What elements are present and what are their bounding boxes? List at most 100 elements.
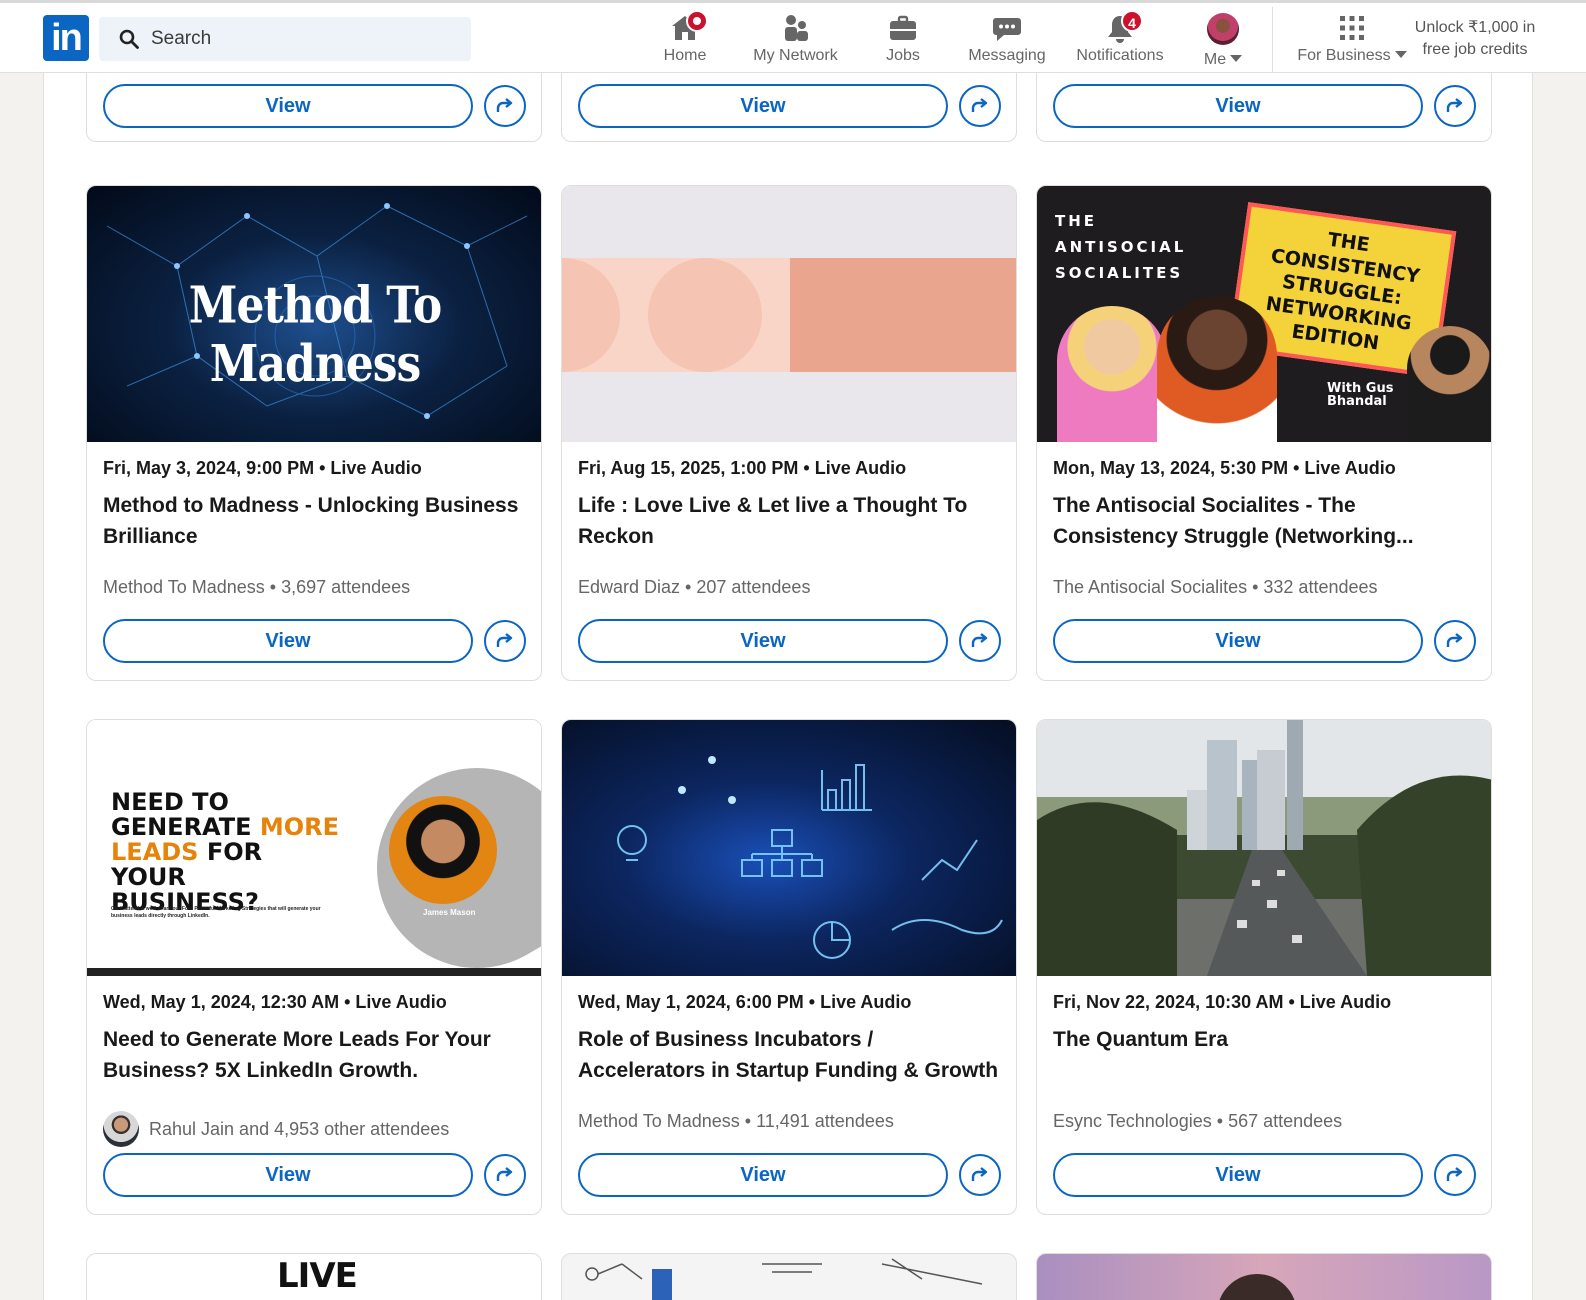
briefcase-icon	[888, 13, 918, 43]
linkedin-logo[interactable]: in	[43, 15, 89, 61]
unlock-job-credits-link[interactable]: Unlock ₹1,000 in free job credits	[1400, 17, 1550, 61]
top-navigation-bar: in Home My Network Jobs Messaging 4	[0, 0, 1586, 73]
event-card-partial[interactable]: LIVE	[86, 1253, 542, 1300]
event-card[interactable]: James Mason NEED TO GENERATE MORE LEADS …	[86, 719, 542, 1215]
share-button[interactable]	[484, 620, 526, 662]
event-organizer-attendees: Rahul Jain and 4,953 other attendees	[103, 1111, 449, 1147]
nav-notifications-label: Notifications	[1076, 47, 1164, 64]
event-date-type: Fri, Nov 22, 2024, 10:30 AM • Live Audio	[1053, 992, 1392, 1012]
view-button[interactable]: View	[103, 619, 473, 663]
unlock-line-1: Unlock ₹1,000 in	[1414, 19, 1536, 36]
attendee-avatar	[103, 1111, 139, 1147]
event-title[interactable]: Need to Generate More Leads For Your Bus…	[103, 1024, 527, 1086]
event-organizer-attendees: Method To Madness • 11,491 attendees	[578, 1111, 894, 1131]
network-icon	[781, 13, 811, 43]
banner-person-photo	[1217, 1274, 1297, 1300]
event-date-type: Wed, May 1, 2024, 6:00 PM • Live Audio	[578, 992, 912, 1012]
share-button[interactable]	[1434, 620, 1476, 662]
share-button[interactable]	[959, 1154, 1001, 1196]
nav-me[interactable]: Me	[1197, 9, 1249, 71]
event-title[interactable]: Role of Business Incubators / Accelerato…	[578, 1024, 1002, 1086]
event-date-type: Mon, May 13, 2024, 5:30 PM • Live Audio	[1053, 458, 1396, 478]
search-icon	[119, 29, 139, 49]
share-icon	[1446, 1167, 1463, 1181]
view-button[interactable]: View	[1053, 619, 1423, 663]
event-card[interactable]: Wed, May 1, 2024, 6:00 PM • Live Audio R…	[561, 719, 1017, 1215]
nav-my-network[interactable]: My Network	[748, 9, 843, 71]
search-input[interactable]	[151, 17, 451, 61]
event-title[interactable]: Life : Love Live & Let live a Thought To…	[578, 490, 1002, 552]
chevron-down-icon	[1230, 55, 1243, 62]
share-icon	[971, 633, 988, 647]
event-organizer-attendees: Esync Technologies • 567 attendees	[1053, 1111, 1343, 1131]
nav-my-network-label: My Network	[753, 47, 838, 64]
share-icon	[496, 633, 513, 647]
event-card[interactable]: THE ANTISOCIAL SOCIALITES THE CONSISTENC…	[1036, 185, 1492, 681]
view-button[interactable]: View	[578, 1153, 948, 1197]
event-card-partial[interactable]	[1036, 1253, 1492, 1300]
nav-notifications[interactable]: 4 Notifications	[1070, 9, 1170, 71]
banner-circle	[648, 258, 762, 372]
event-title[interactable]: Method to Madness - Unlocking Business B…	[103, 490, 527, 552]
event-banner-image	[562, 720, 1016, 976]
city-street-photo	[1037, 720, 1491, 976]
speaker-photo	[389, 796, 497, 904]
nav-messaging-label: Messaging	[968, 47, 1046, 64]
event-title[interactable]: The Antisocial Socialites - The Consiste…	[1053, 490, 1477, 552]
share-button[interactable]	[484, 1154, 526, 1196]
bell-icon: 4	[1105, 10, 1143, 43]
event-card[interactable]: Fri, Aug 15, 2025, 1:00 PM • Live Audio …	[561, 185, 1017, 681]
event-date-type: Fri, Aug 15, 2025, 1:00 PM • Live Audio	[578, 458, 907, 478]
share-button[interactable]	[959, 85, 1001, 127]
view-button[interactable]: View	[578, 84, 948, 128]
nav-home-label: Home	[663, 47, 707, 64]
attendees-text: Rahul Jain and 4,953 other attendees	[149, 1118, 450, 1139]
banner-block	[790, 258, 1016, 372]
nav-jobs-label: Jobs	[886, 47, 920, 64]
nav-home[interactable]: Home	[655, 9, 715, 71]
view-button[interactable]: View	[103, 1153, 473, 1197]
banner-bottom-bar	[87, 968, 541, 976]
view-button[interactable]: View	[1053, 1153, 1423, 1197]
share-button[interactable]	[1434, 85, 1476, 127]
event-date-type: Wed, May 1, 2024, 12:30 AM • Live Audio	[103, 992, 447, 1012]
nav-for-business[interactable]: For Business	[1292, 9, 1412, 71]
share-icon	[971, 1167, 988, 1181]
event-banner-image: THE ANTISOCIAL SOCIALITES THE CONSISTENC…	[1037, 186, 1491, 442]
banner-small-text: Click attend & we'll share our Four Powe…	[111, 906, 321, 919]
event-organizer-attendees: Edward Diaz • 207 attendees	[578, 577, 811, 597]
share-icon	[1446, 633, 1463, 647]
banner-guest: With Gus Bhandal	[1327, 381, 1394, 409]
event-title[interactable]: The Quantum Era	[1053, 1024, 1477, 1055]
share-button[interactable]	[1434, 1154, 1476, 1196]
host-photo	[1057, 306, 1167, 442]
event-card[interactable]: Method To Madness Fri, May 3, 2024, 9:00…	[86, 185, 542, 681]
view-button[interactable]: View	[578, 619, 948, 663]
speaker-name: James Mason	[423, 908, 476, 917]
nav-jobs[interactable]: Jobs	[878, 9, 928, 71]
share-icon	[1446, 98, 1463, 112]
event-organizer-attendees: Method To Madness • 3,697 attendees	[103, 577, 411, 597]
search-box[interactable]	[99, 17, 471, 61]
chat-icon	[992, 13, 1022, 43]
nav-messaging[interactable]: Messaging	[962, 9, 1052, 71]
view-button[interactable]: View	[1053, 84, 1423, 128]
nav-for-business-label: For Business	[1297, 47, 1391, 64]
avatar	[1207, 13, 1239, 45]
event-banner-image: Method To Madness	[87, 186, 541, 442]
event-card-partial[interactable]	[561, 1253, 1017, 1300]
banner-title: Method To Madness	[188, 276, 443, 394]
view-button[interactable]: View	[103, 84, 473, 128]
banner-brand-text: THE ANTISOCIAL SOCIALITES	[1055, 212, 1187, 282]
unlock-line-2: free job credits	[1422, 41, 1528, 58]
notifications-count-badge: 4	[1121, 10, 1143, 32]
event-banner-image	[562, 186, 1016, 442]
event-card[interactable]: Fri, Nov 22, 2024, 10:30 AM • Live Audio…	[1036, 719, 1492, 1215]
share-icon	[971, 98, 988, 112]
home-notification-dot	[686, 10, 708, 32]
grid-icon	[1337, 13, 1367, 43]
host-photo	[1407, 326, 1491, 442]
share-button[interactable]	[484, 85, 526, 127]
share-button[interactable]	[959, 620, 1001, 662]
event-banner-image: James Mason NEED TO GENERATE MORE LEADS …	[87, 720, 541, 976]
